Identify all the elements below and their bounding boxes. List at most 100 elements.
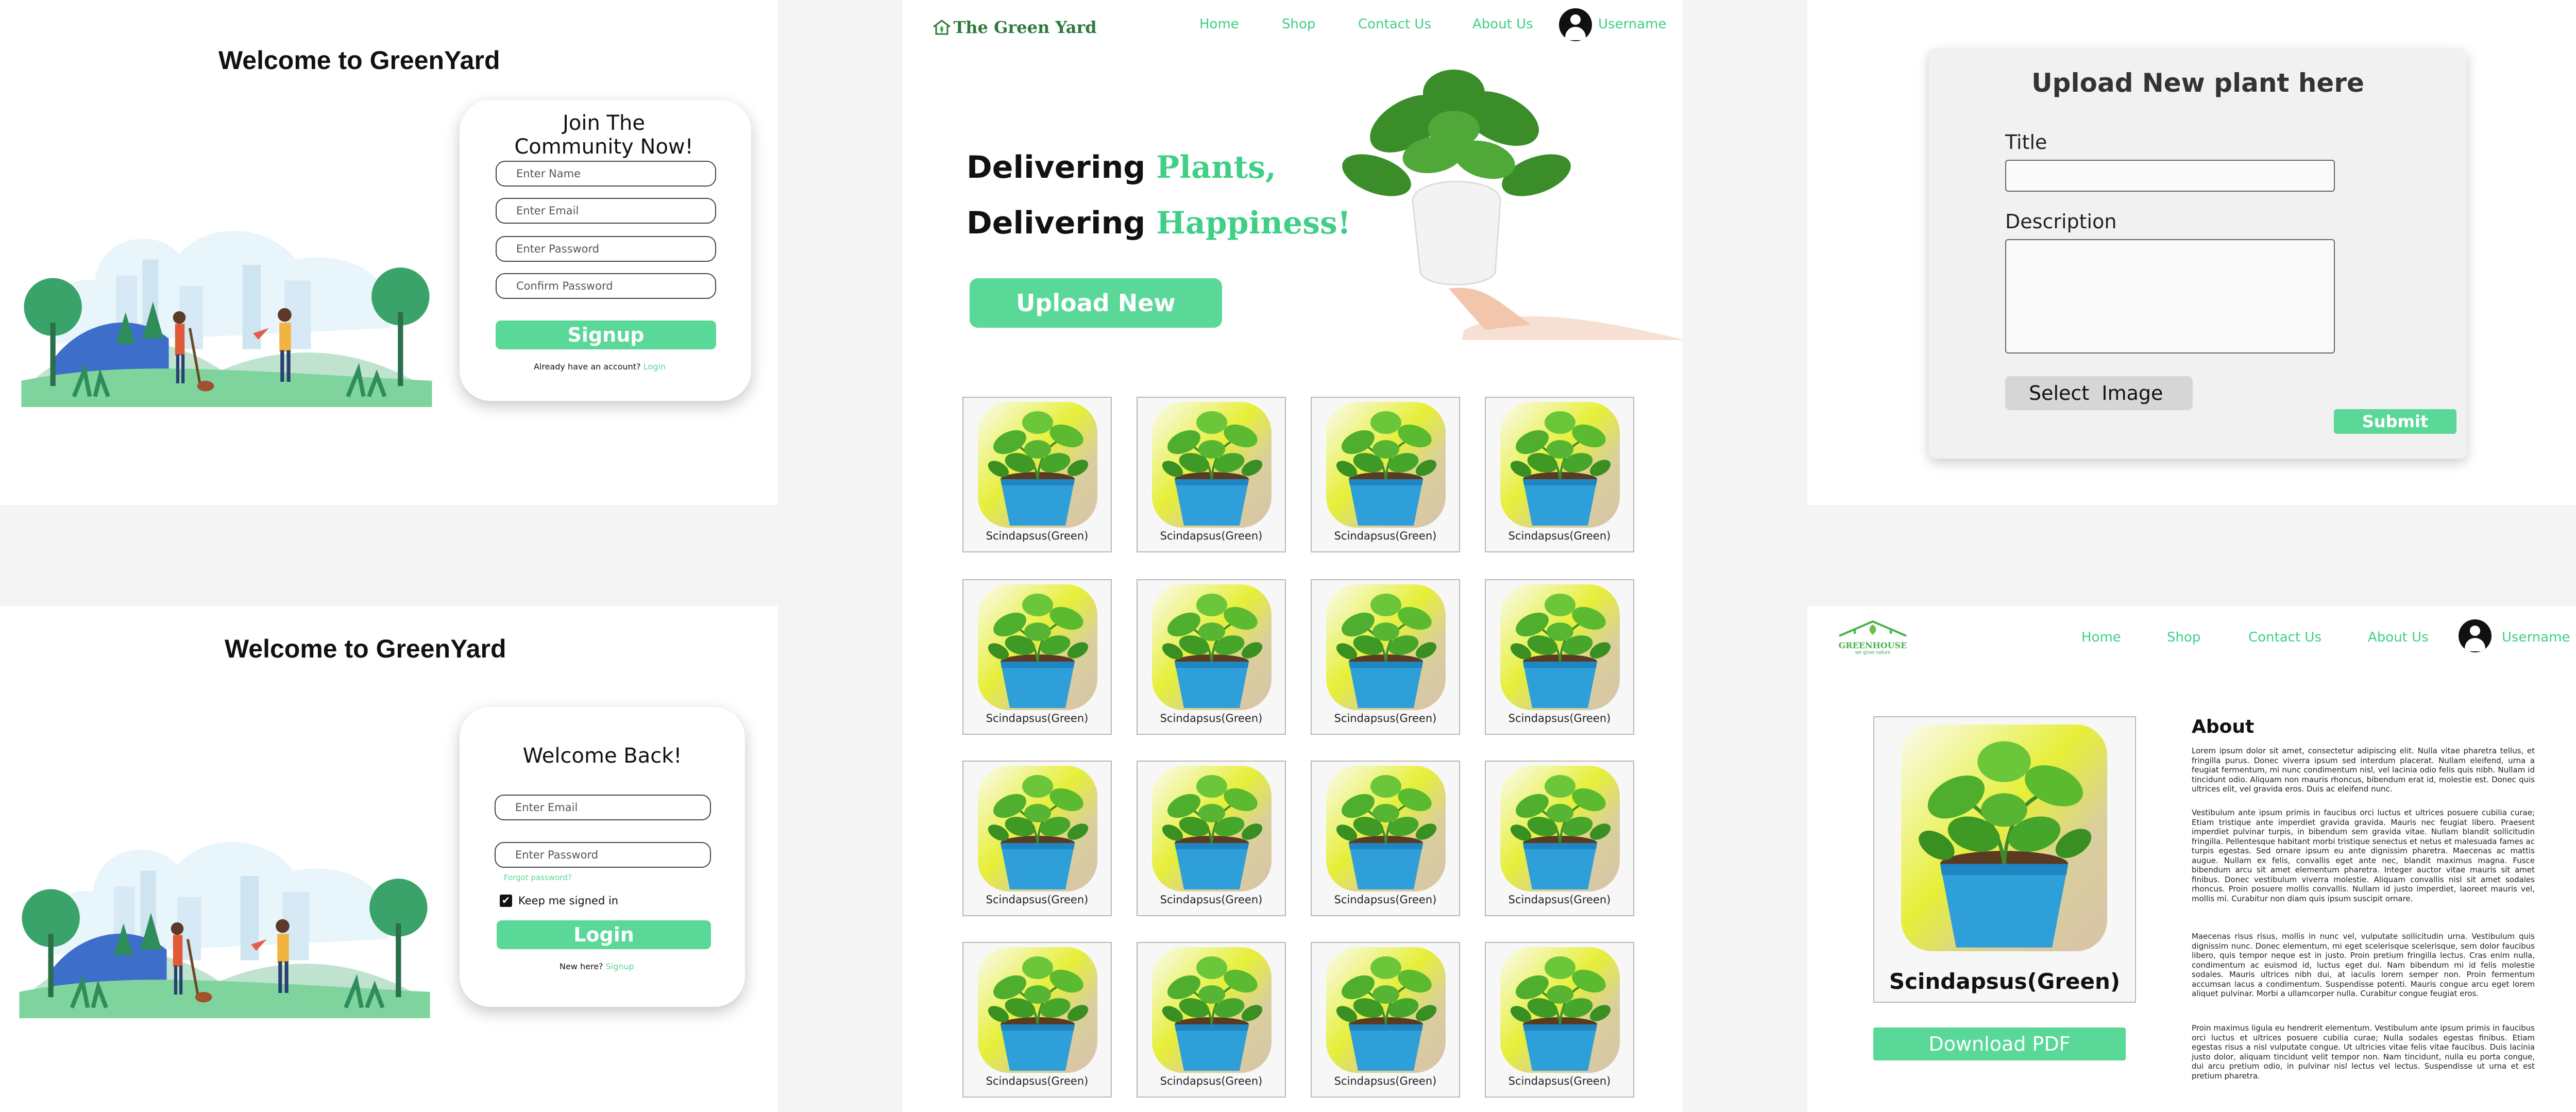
plant-card[interactable]: Scindapsus(Green): [1137, 761, 1286, 916]
plant-card[interactable]: Scindapsus(Green): [1311, 761, 1460, 916]
forgot-password-label[interactable]: Forgot password?: [504, 873, 572, 882]
password-field[interactable]: Enter Password: [495, 842, 711, 868]
description-label: Description: [2005, 210, 2117, 233]
name-field[interactable]: Enter Name: [496, 161, 716, 187]
login-prompt: Already have an account? Login: [534, 362, 666, 372]
plant-card[interactable]: Scindapsus(Green): [1311, 579, 1460, 735]
greenhouse-logo-tagline: we grow nature: [1855, 650, 1891, 655]
login-link[interactable]: Login: [643, 362, 666, 372]
plant-photo: [1326, 584, 1446, 710]
plant-card[interactable]: Scindapsus(Green): [1311, 397, 1460, 552]
hero-line-1-prefix: Delivering: [967, 149, 1146, 186]
plant-card[interactable]: Scindapsus(Green): [1485, 942, 1634, 1098]
plant-detail-photo: [1901, 725, 2107, 951]
confirm-password-field[interactable]: Confirm Password: [496, 273, 716, 299]
login-prompt-text: Already have an account?: [534, 362, 641, 372]
signup-panel: Welcome to GreenYard Join The Community …: [0, 0, 778, 505]
plant-card[interactable]: Scindapsus(Green): [1485, 579, 1634, 735]
upload-new-button[interactable]: Upload New: [970, 278, 1222, 328]
username-link[interactable]: Username: [1598, 16, 1667, 32]
description-textarea[interactable]: [2005, 239, 2335, 353]
brand-name: The Green Yard: [953, 18, 1097, 37]
signup-page-title: Welcome to GreenYard: [218, 46, 500, 75]
plant-detail-name: Scindapsus(Green): [1889, 969, 2121, 994]
plant-card[interactable]: Scindapsus(Green): [962, 579, 1112, 735]
password-field[interactable]: Enter Password: [496, 236, 716, 262]
greenhouse-logo[interactable]: GREENHOUSE we grow nature: [1834, 618, 1911, 655]
nav-home[interactable]: Home: [2081, 630, 2121, 645]
plant-name: Scindapsus(Green): [1334, 530, 1437, 542]
nav-about-us[interactable]: About Us: [1472, 16, 1533, 32]
about-paragraph: Maecenas risus risus, mollis in nunc vel…: [2192, 932, 2535, 998]
plant-name: Scindapsus(Green): [986, 1075, 1089, 1087]
plant-photo: [1152, 402, 1272, 528]
plant-card[interactable]: Scindapsus(Green): [962, 397, 1112, 552]
login-panel: Welcome to GreenYard Welcome Back! Enter…: [0, 606, 778, 1112]
plant-name: Scindapsus(Green): [1160, 530, 1263, 542]
user-avatar-icon[interactable]: [2459, 619, 2492, 652]
plant-card[interactable]: Scindapsus(Green): [962, 942, 1112, 1098]
plant-photo: [978, 584, 1097, 710]
about-heading: About: [2192, 716, 2255, 737]
brand-logo[interactable]: The Green Yard: [933, 18, 1097, 37]
plant-detail-card: Scindapsus(Green): [1873, 716, 2136, 1003]
plant-name: Scindapsus(Green): [1508, 712, 1611, 725]
plant-photo: [1500, 402, 1620, 528]
plant-photo: [1152, 766, 1272, 891]
plant-photo: [978, 402, 1097, 528]
plant-photo: [1326, 766, 1446, 891]
signup-button[interactable]: Signup: [496, 321, 716, 349]
plant-name: Scindapsus(Green): [986, 894, 1089, 906]
plant-name: Scindapsus(Green): [1334, 712, 1437, 725]
forgot-password-link[interactable]: Forgot password?: [504, 873, 572, 882]
title-input[interactable]: [2005, 160, 2335, 192]
greenhouse-logo-icon: [1839, 620, 1907, 637]
hero-line-1-accent: Plants,: [1156, 149, 1276, 186]
plant-card[interactable]: Scindapsus(Green): [1137, 397, 1286, 552]
upload-heading: Upload New plant here: [2031, 68, 2364, 98]
upload-panel: Upload New plant here Title Description …: [1807, 0, 2576, 505]
upload-card: Upload New plant here Title Description …: [1929, 48, 2467, 459]
email-field[interactable]: Enter Email: [496, 198, 716, 224]
plant-photo: [1500, 584, 1620, 710]
hero-line-2-prefix: Delivering: [967, 205, 1146, 241]
plant-photo: [1152, 947, 1272, 1073]
signup-prompt: New here? Signup: [560, 962, 634, 971]
home-panel: The Green Yard Home Shop Contact Us Abou…: [903, 0, 1683, 1112]
nav-about-us[interactable]: About Us: [2368, 630, 2429, 645]
nav-home[interactable]: Home: [1199, 16, 1239, 32]
plant-name: Scindapsus(Green): [1160, 894, 1263, 906]
nav-contact-us[interactable]: Contact Us: [2248, 630, 2321, 645]
signup-card: Join The Community Now! Enter Name Enter…: [460, 100, 751, 401]
select-image-button[interactable]: Select Image: [2005, 376, 2193, 410]
plant-card[interactable]: Scindapsus(Green): [1485, 761, 1634, 916]
nav-shop[interactable]: Shop: [1282, 16, 1315, 32]
hero-plant-image: [1342, 70, 1683, 340]
signup-prompt-text: New here?: [560, 962, 603, 971]
title-label: Title: [2005, 131, 2047, 154]
signup-link[interactable]: Signup: [606, 962, 634, 971]
nav-contact-us[interactable]: Contact Us: [1358, 16, 1431, 32]
download-pdf-button[interactable]: Download PDF: [1873, 1027, 2126, 1060]
login-button[interactable]: Login: [497, 920, 711, 949]
plant-card[interactable]: Scindapsus(Green): [1137, 942, 1286, 1098]
garden-illustration: [21, 170, 433, 407]
plant-name: Scindapsus(Green): [1508, 894, 1611, 906]
plant-card[interactable]: Scindapsus(Green): [1485, 397, 1634, 552]
keep-signed-in-label: Keep me signed in: [518, 895, 619, 907]
about-paragraph: Vestibulum ante ipsum primis in faucibus…: [2192, 808, 2535, 903]
submit-button[interactable]: Submit: [2334, 409, 2456, 434]
nav-shop[interactable]: Shop: [2167, 630, 2200, 645]
plant-name: Scindapsus(Green): [1334, 894, 1437, 906]
plant-name: Scindapsus(Green): [1334, 1075, 1437, 1087]
username-link[interactable]: Username: [2502, 630, 2570, 645]
login-page-title: Welcome to GreenYard: [225, 634, 506, 663]
email-field[interactable]: Enter Email: [495, 795, 711, 820]
plant-card[interactable]: Scindapsus(Green): [962, 761, 1112, 916]
user-avatar-icon[interactable]: [1559, 8, 1592, 41]
plant-card[interactable]: Scindapsus(Green): [1137, 579, 1286, 735]
keep-signed-in-checkbox[interactable]: ✔: [500, 895, 512, 907]
garden-illustration: [19, 781, 431, 1018]
plant-card[interactable]: Scindapsus(Green): [1311, 942, 1460, 1098]
plant-name: Scindapsus(Green): [1160, 712, 1263, 725]
